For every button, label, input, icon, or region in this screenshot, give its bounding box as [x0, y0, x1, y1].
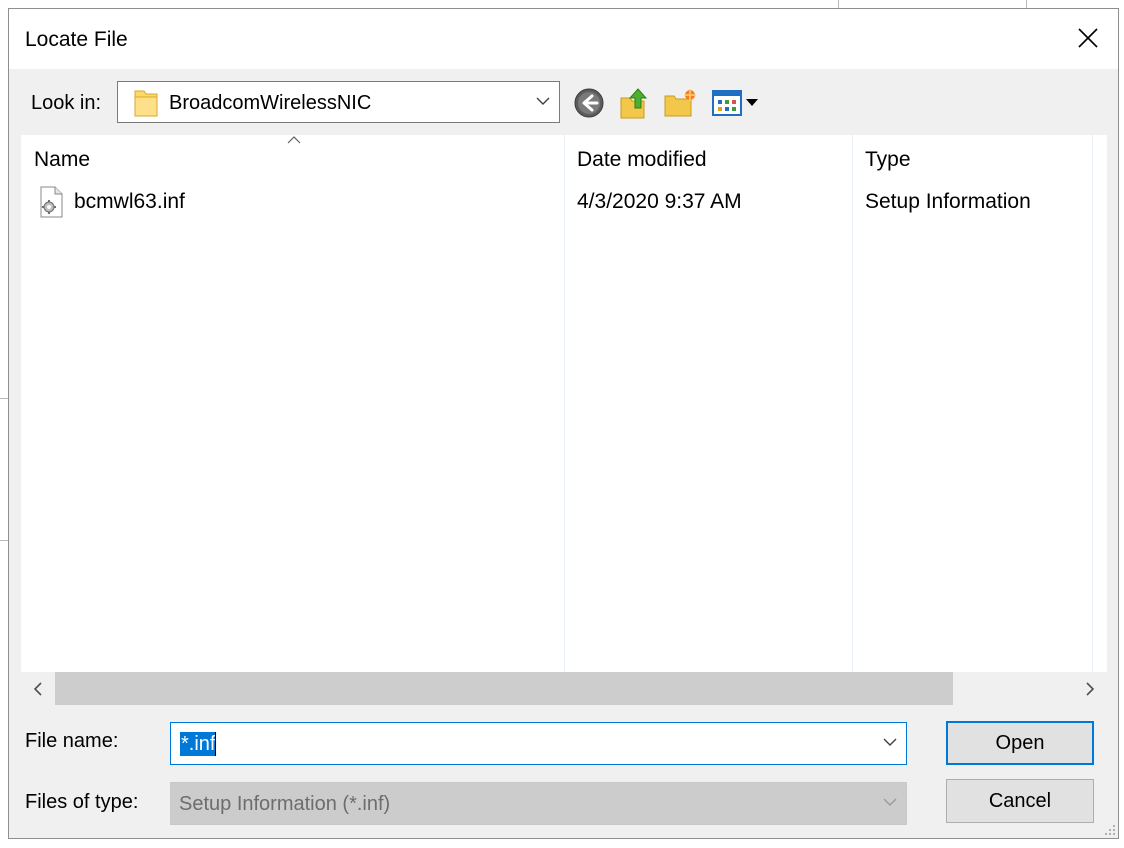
- background-window-edge: [0, 398, 8, 399]
- file-type-label: Files of type:: [25, 791, 139, 813]
- column-header-type[interactable]: Type: [865, 148, 911, 172]
- background-window-edge: [838, 0, 839, 8]
- sort-ascending-icon: [287, 136, 301, 144]
- file-type-value: Setup Information (*.inf): [179, 793, 391, 815]
- resize-grip-icon[interactable]: [1102, 822, 1116, 836]
- lookin-label: Look in:: [31, 92, 102, 114]
- scroll-left-button[interactable]: [21, 672, 55, 705]
- column-header-name[interactable]: Name: [34, 148, 90, 172]
- new-folder-icon: [664, 89, 696, 117]
- chevron-down-icon: [536, 97, 550, 105]
- file-type: Setup Information: [865, 190, 1031, 213]
- column-divider[interactable]: [852, 135, 853, 672]
- scroll-thumb[interactable]: [55, 672, 953, 705]
- close-button[interactable]: [1058, 9, 1118, 67]
- chevron-down-icon: [883, 798, 897, 806]
- dialog-title: Locate File: [25, 28, 128, 51]
- open-button[interactable]: Open: [946, 721, 1094, 765]
- horizontal-scrollbar[interactable]: [21, 672, 1107, 705]
- scroll-right-button[interactable]: [1073, 672, 1107, 705]
- folder-icon: [134, 90, 158, 117]
- file-name-label: File name:: [25, 730, 119, 752]
- file-type-dropdown[interactable]: Setup Information (*.inf): [170, 782, 907, 825]
- view-menu-icon: [712, 90, 758, 116]
- background-window-edge: [0, 540, 8, 541]
- chevron-right-icon: [1086, 681, 1095, 696]
- text-caret: [215, 732, 216, 756]
- inf-file-icon: [40, 186, 63, 218]
- chevron-left-icon: [33, 681, 42, 696]
- lookin-value: BroadcomWirelessNIC: [169, 92, 372, 114]
- view-menu-button[interactable]: [711, 86, 763, 120]
- file-date-modified: 4/3/2020 9:37 AM: [577, 190, 742, 213]
- locate-file-dialog: Locate File Look in: BroadcomWirelessNIC: [8, 8, 1119, 839]
- back-button[interactable]: [571, 86, 607, 120]
- column-divider[interactable]: [1092, 135, 1093, 672]
- file-name-input[interactable]: *.inf: [170, 722, 907, 765]
- file-name: bcmwl63.inf: [74, 190, 185, 213]
- file-list[interactable]: Name Date modified Type bcmwl63.inf 4/3/…: [21, 135, 1107, 672]
- chevron-down-icon[interactable]: [883, 737, 897, 747]
- column-divider[interactable]: [564, 135, 565, 672]
- close-icon: [1078, 28, 1098, 48]
- column-header-date-modified[interactable]: Date modified: [577, 148, 707, 172]
- lookin-dropdown[interactable]: BroadcomWirelessNIC: [117, 81, 560, 123]
- cancel-button[interactable]: Cancel: [946, 779, 1094, 823]
- new-folder-button[interactable]: [662, 86, 698, 120]
- up-folder-button[interactable]: [616, 86, 652, 120]
- background-window-edge: [1026, 0, 1027, 8]
- up-folder-icon: [620, 88, 648, 119]
- back-arrow-icon: [574, 88, 604, 118]
- title-bar: Locate File: [9, 9, 1118, 69]
- file-name-value: *.inf: [180, 732, 217, 756]
